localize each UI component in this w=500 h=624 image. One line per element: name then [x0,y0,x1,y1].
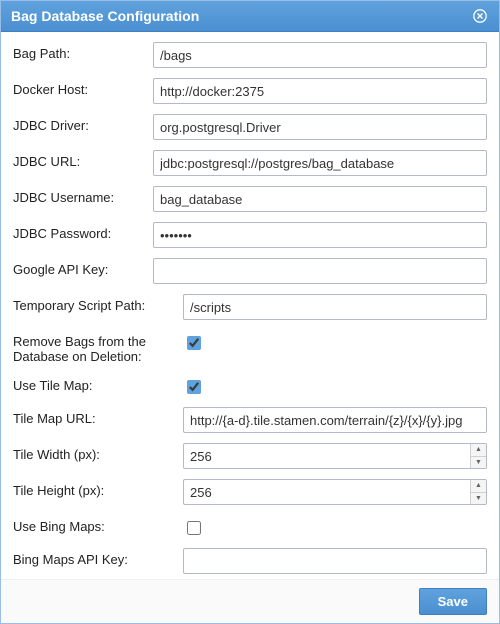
jdbc-url-input[interactable] [153,150,487,176]
tile-height-spin-up[interactable]: ▲ [471,480,486,493]
form-body: Bag Path: Docker Host: JDBC Driver: JDBC… [1,32,499,579]
tile-map-url-label: Tile Map URL: [13,407,183,426]
tile-width-input[interactable] [183,443,487,469]
remove-bags-label: Remove Bags from the Database on Deletio… [13,330,183,364]
jdbc-username-label: JDBC Username: [13,186,153,205]
close-icon[interactable] [471,7,489,25]
jdbc-password-input[interactable] [153,222,487,248]
docker-host-label: Docker Host: [13,78,153,97]
tile-map-url-input[interactable] [183,407,487,433]
jdbc-password-label: JDBC Password: [13,222,153,241]
jdbc-driver-input[interactable] [153,114,487,140]
google-api-key-label: Google API Key: [13,258,153,277]
tmp-script-path-label: Temporary Script Path: [13,294,183,313]
window-title: Bag Database Configuration [11,8,199,24]
use-bing-maps-label: Use Bing Maps: [13,515,183,534]
jdbc-url-label: JDBC URL: [13,150,153,169]
bing-maps-key-input[interactable] [183,548,487,574]
bing-maps-key-label: Bing Maps API Key: [13,548,183,567]
use-tile-map-label: Use Tile Map: [13,374,183,393]
tile-height-label: Tile Height (px): [13,479,183,498]
google-api-key-input[interactable] [153,258,487,284]
tile-width-spin-down[interactable]: ▼ [471,457,486,469]
use-tile-map-checkbox[interactable] [187,380,201,394]
bag-path-label: Bag Path: [13,42,153,61]
remove-bags-checkbox[interactable] [187,336,201,350]
save-button[interactable]: Save [419,588,487,615]
jdbc-driver-label: JDBC Driver: [13,114,153,133]
tile-width-spin-up[interactable]: ▲ [471,444,486,457]
jdbc-username-input[interactable] [153,186,487,212]
footer: Save [1,579,499,623]
use-bing-maps-checkbox[interactable] [187,521,201,535]
bag-path-input[interactable] [153,42,487,68]
tile-height-spin-down[interactable]: ▼ [471,493,486,505]
docker-host-input[interactable] [153,78,487,104]
tile-width-label: Tile Width (px): [13,443,183,462]
tile-height-input[interactable] [183,479,487,505]
titlebar: Bag Database Configuration [1,1,499,32]
tmp-script-path-input[interactable] [183,294,487,320]
config-window: Bag Database Configuration Bag Path: Doc… [0,0,500,624]
